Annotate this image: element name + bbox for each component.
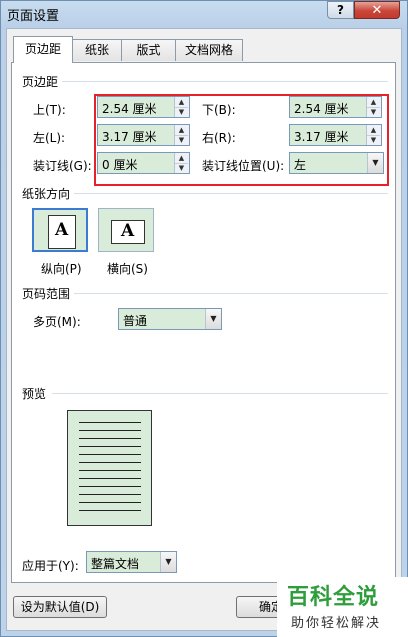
- multiple-pages-label: 多页(M):: [33, 315, 81, 329]
- left-margin-label: 左(L):: [33, 131, 66, 145]
- preview-text-line: [79, 478, 141, 479]
- section-divider: [74, 293, 388, 294]
- gutter-label: 装订线(G):: [33, 159, 92, 173]
- annotation-highlight-box: [94, 94, 389, 186]
- window-title: 页面设置: [7, 9, 60, 24]
- preview-text-line: [79, 446, 141, 447]
- section-divider: [52, 393, 388, 394]
- top-margin-label: 上(T):: [33, 103, 66, 117]
- apply-to-value: 整篇文档: [91, 557, 140, 571]
- dropdown-arrow-icon[interactable]: ▼: [205, 309, 221, 329]
- preview-text-line: [79, 486, 141, 487]
- tab-paper[interactable]: 纸张: [72, 39, 122, 61]
- portrait-label: 纵向(P): [41, 262, 82, 276]
- tab-margins[interactable]: 页边距: [13, 36, 73, 63]
- preview-text-line: [79, 462, 141, 463]
- page-glyph: A: [55, 220, 69, 240]
- landscape-button[interactable]: A: [98, 208, 154, 252]
- orientation-section-title: 纸张方向: [22, 187, 71, 201]
- preview-text-line: [79, 430, 141, 431]
- watermark-subtitle: 助你轻松解决: [291, 616, 382, 631]
- preview-text-line: [79, 470, 141, 471]
- preview-text-line: [79, 510, 141, 511]
- help-button[interactable]: ?: [327, 1, 354, 19]
- tab-layout[interactable]: 版式: [121, 39, 176, 61]
- preview-text-line: [79, 422, 141, 423]
- portrait-page-icon: A: [48, 215, 76, 249]
- apply-to-label: 应用于(Y):: [22, 559, 79, 573]
- dropdown-arrow-icon[interactable]: ▼: [160, 552, 176, 572]
- preview-text-line: [79, 494, 141, 495]
- preview-text-line: [79, 454, 141, 455]
- multiple-pages-value: 普通: [123, 314, 148, 328]
- margins-section-title: 页边距: [22, 75, 59, 89]
- tab-document-grid[interactable]: 文档网格: [175, 39, 243, 61]
- watermark-title: 百科全说: [287, 585, 380, 610]
- preview-text-line: [79, 438, 141, 439]
- multiple-pages-select[interactable]: 普通 ▼: [118, 308, 222, 330]
- page-preview: [67, 410, 152, 526]
- set-as-default-button[interactable]: 设为默认值(D): [13, 596, 107, 618]
- close-button[interactable]: ✕: [354, 1, 400, 19]
- apply-to-select[interactable]: 整篇文档 ▼: [86, 551, 177, 573]
- section-divider: [62, 81, 388, 82]
- page-glyph: A: [121, 221, 135, 241]
- site-watermark: 百科全说 助你轻松解决: [277, 577, 408, 637]
- section-divider: [74, 193, 388, 194]
- portrait-button[interactable]: A: [32, 208, 88, 252]
- landscape-label: 横向(S): [107, 262, 148, 276]
- landscape-page-icon: A: [111, 220, 145, 244]
- page-range-section-title: 页码范围: [22, 287, 71, 301]
- preview-section-title: 预览: [22, 387, 47, 401]
- preview-text-line: [79, 502, 141, 503]
